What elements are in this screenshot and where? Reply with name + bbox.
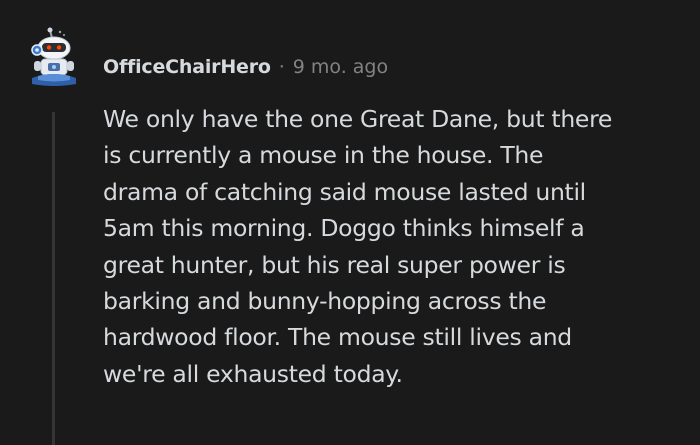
comment-body-line: is currently a mouse in the house. The xyxy=(103,141,544,170)
meta-separator: · xyxy=(278,56,285,78)
thread-collapse-line[interactable] xyxy=(52,112,55,445)
comment-body-line: we're all exhausted today. xyxy=(103,359,403,388)
comment-body: We only have the one Great Dane, but the… xyxy=(103,101,683,392)
comment-meta: OfficeChairHero · 9 mo. ago xyxy=(103,52,388,82)
author-username[interactable]: OfficeChairHero xyxy=(103,56,271,78)
user-avatar[interactable] xyxy=(24,26,84,90)
comment-timestamp[interactable]: 9 mo. ago xyxy=(293,56,388,78)
comment-body-line: great hunter, but his real super power i… xyxy=(103,250,566,279)
comment-body-line: 5am this morning. Doggo thinks himself a xyxy=(103,214,585,243)
comment-body-line: barking and bunny-hopping across the xyxy=(103,287,547,316)
comment-body-line: We only have the one Great Dane, but the… xyxy=(103,105,613,133)
comment-body-line: drama of catching said mouse lasted unti… xyxy=(103,177,586,206)
robot-snoo-avatar-icon xyxy=(31,27,76,86)
comment: OfficeChairHero · 9 mo. ago We only have… xyxy=(0,0,700,445)
comment-body-line: hardwood floor. The mouse still lives an… xyxy=(103,323,572,352)
